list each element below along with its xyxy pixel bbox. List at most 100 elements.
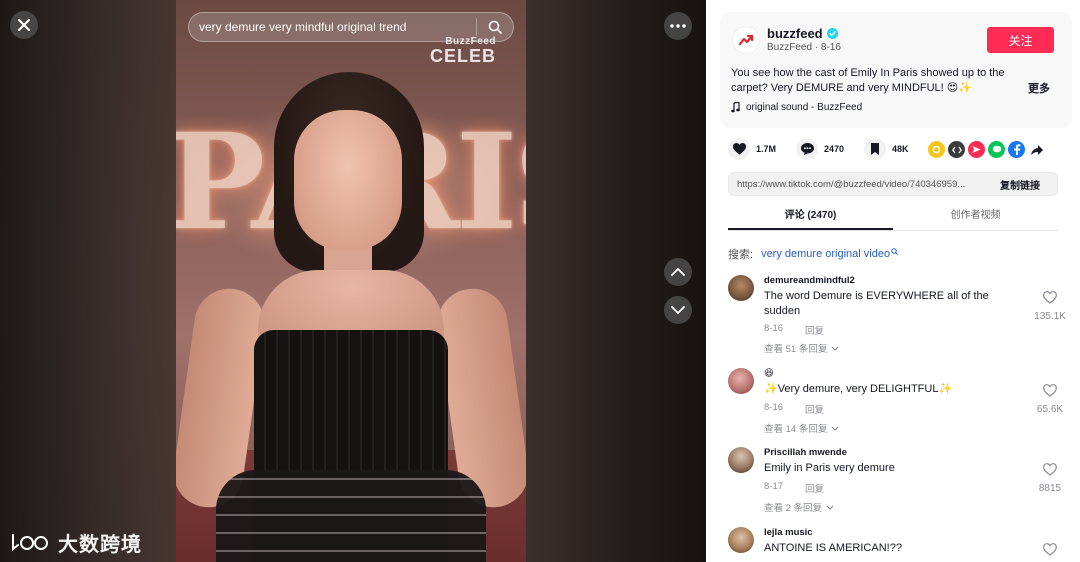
chevron-down-icon (831, 346, 839, 351)
trending-arrow-icon (738, 34, 754, 46)
save-action[interactable]: 48K (864, 138, 909, 160)
chevron-down-icon (831, 426, 839, 431)
reply-button[interactable]: 回复 (805, 481, 824, 495)
comment-meta: 8-17 回复 (764, 481, 824, 495)
save-count: 48K (892, 144, 909, 154)
engagement-bar: 1.7M 2470 48K (728, 138, 929, 160)
comment-like-count: 135.1K (1034, 311, 1066, 322)
heart-icon[interactable] (728, 138, 750, 160)
comment-text: The word Demure is EVERYWHERE all of the… (764, 290, 989, 317)
facebook-share-icon[interactable] (1008, 141, 1025, 158)
comment-count: 2470 (824, 144, 845, 154)
view-replies-button[interactable]: 查看 14 条回复 (764, 421, 839, 435)
description-more-button[interactable]: 更多 (1028, 80, 1050, 96)
view-replies-button[interactable]: 查看 2 条回复 (764, 500, 834, 514)
reply-button[interactable]: 回复 (805, 323, 824, 337)
bookmark-icon[interactable] (864, 138, 887, 160)
chevron-up-icon (671, 268, 685, 276)
commenter-avatar[interactable] (728, 275, 754, 301)
line-share-icon[interactable] (988, 141, 1005, 158)
logo-mark-icon (12, 534, 48, 552)
comment-action[interactable]: 2470 (796, 138, 844, 160)
search-input[interactable]: very demure very mindful original trend (189, 20, 476, 34)
close-icon (18, 19, 30, 31)
related-search-link[interactable]: very demure original video (761, 248, 890, 260)
commenter-name[interactable]: lejla music (764, 527, 813, 538)
reply-button[interactable]: 回复 (805, 402, 824, 416)
comment-date: 8-16 (764, 323, 784, 334)
commenter-name[interactable]: Priscillah mwende (764, 447, 847, 458)
comment-like-count: 8815 (1038, 483, 1062, 494)
comment-like[interactable]: 65.6K (1028, 384, 1072, 417)
copy-link-button[interactable]: 复制链接 (983, 177, 1057, 192)
view-replies-label: 查看 14 条回复 (764, 424, 828, 435)
music-note-icon (731, 102, 740, 113)
person-dress-skirt (216, 470, 486, 562)
small-search-icon (891, 247, 899, 255)
commenter-avatar[interactable] (728, 447, 754, 473)
chevron-down-icon (671, 306, 685, 314)
video-stage: PARIS BuzzFeed CELEB very demure very mi… (0, 0, 706, 562)
share-buttons (928, 141, 1045, 158)
video-player[interactable]: PARIS BuzzFeed CELEB (176, 0, 526, 562)
tab-creator-videos[interactable]: 创作者视频 (893, 205, 1058, 230)
comment-item: demureandmindful2 The word Demure is EVE… (728, 275, 1074, 357)
video-search-bar[interactable]: very demure very mindful original trend (188, 12, 514, 42)
commenter-name[interactable]: demureandmindful2 (764, 275, 855, 286)
comment-text: ANTOINE IS AMERICAN!?? (764, 542, 902, 554)
comment-text: Emily in Paris very demure (764, 462, 895, 474)
comment-bubble-icon[interactable] (796, 138, 819, 160)
heart-outline-icon[interactable] (1043, 384, 1057, 397)
comment-item: Priscillah mwende Emily in Paris very de… (728, 447, 1074, 515)
more-options-button[interactable] (664, 12, 692, 40)
share-friends-icon[interactable] (928, 141, 945, 158)
author-avatar[interactable] (732, 26, 760, 54)
like-count: 1.7M (756, 144, 777, 154)
next-video-button[interactable] (664, 296, 692, 324)
chevron-down-icon (826, 505, 834, 510)
person-face (294, 110, 402, 250)
video-link-box: https://www.tiktok.com/@buzzfeed/video/7… (728, 172, 1058, 196)
search-icon[interactable] (477, 13, 513, 41)
comment-like[interactable] (1028, 543, 1072, 558)
overlay-logo: 大数跨境 (10, 528, 142, 556)
post-description: You see how the cast of Emily In Paris s… (731, 67, 1005, 94)
heart-outline-icon[interactable] (1043, 291, 1057, 304)
tab-comments[interactable]: 评论 (2470) (728, 205, 893, 230)
panel-tabs: 评论 (2470) 创作者视频 (728, 205, 1058, 231)
video-link-url[interactable]: https://www.tiktok.com/@buzzfeed/video/7… (729, 179, 983, 190)
send-message-icon[interactable] (968, 141, 985, 158)
comment-item: lejla music ANTOINE IS AMERICAN!?? (728, 527, 1074, 562)
more-dots-icon (670, 24, 686, 28)
view-replies-label: 查看 2 条回复 (764, 503, 823, 514)
comment-like-count: 65.6K (1036, 404, 1064, 415)
details-panel: buzzfeed BuzzFeed · 8-16 关注 You see how … (706, 0, 1080, 562)
author-subtitle: BuzzFeed · 8-16 (767, 42, 841, 53)
heart-outline-icon[interactable] (1043, 543, 1057, 556)
related-search: 搜索: very demure original video (728, 246, 899, 262)
comment-like[interactable]: 135.1K (1028, 291, 1072, 324)
commenter-name[interactable]: 😆 (764, 368, 774, 379)
comment-date: 8-17 (764, 481, 784, 492)
author-name-row[interactable]: buzzfeed (767, 26, 838, 41)
embed-code-icon[interactable] (948, 141, 965, 158)
previous-video-button[interactable] (664, 258, 692, 286)
view-replies-label: 查看 51 条回复 (764, 344, 828, 355)
comment-like[interactable]: 8815 (1028, 463, 1072, 496)
heart-outline-icon[interactable] (1043, 463, 1057, 476)
follow-button[interactable]: 关注 (987, 27, 1054, 53)
commenter-avatar[interactable] (728, 368, 754, 394)
watermark-channel: CELEB (429, 46, 496, 66)
like-action[interactable]: 1.7M (728, 138, 776, 160)
author-name[interactable]: buzzfeed (767, 26, 823, 41)
comment-item: 😆 ✨Very demure, very DELIGHTFUL✨ 8-16 回复… (728, 368, 1074, 438)
close-button[interactable] (10, 11, 38, 39)
commenter-avatar[interactable] (728, 527, 754, 553)
related-search-label: 搜索: (728, 249, 754, 261)
view-replies-button[interactable]: 查看 51 条回复 (764, 341, 839, 355)
sound-link[interactable]: original sound - BuzzFeed (731, 102, 862, 113)
logo-text: 大数跨境 (58, 533, 142, 556)
forward-arrow-icon[interactable] (1028, 141, 1045, 158)
comment-date: 8-16 (764, 402, 784, 413)
sound-name[interactable]: original sound - BuzzFeed (746, 102, 862, 113)
